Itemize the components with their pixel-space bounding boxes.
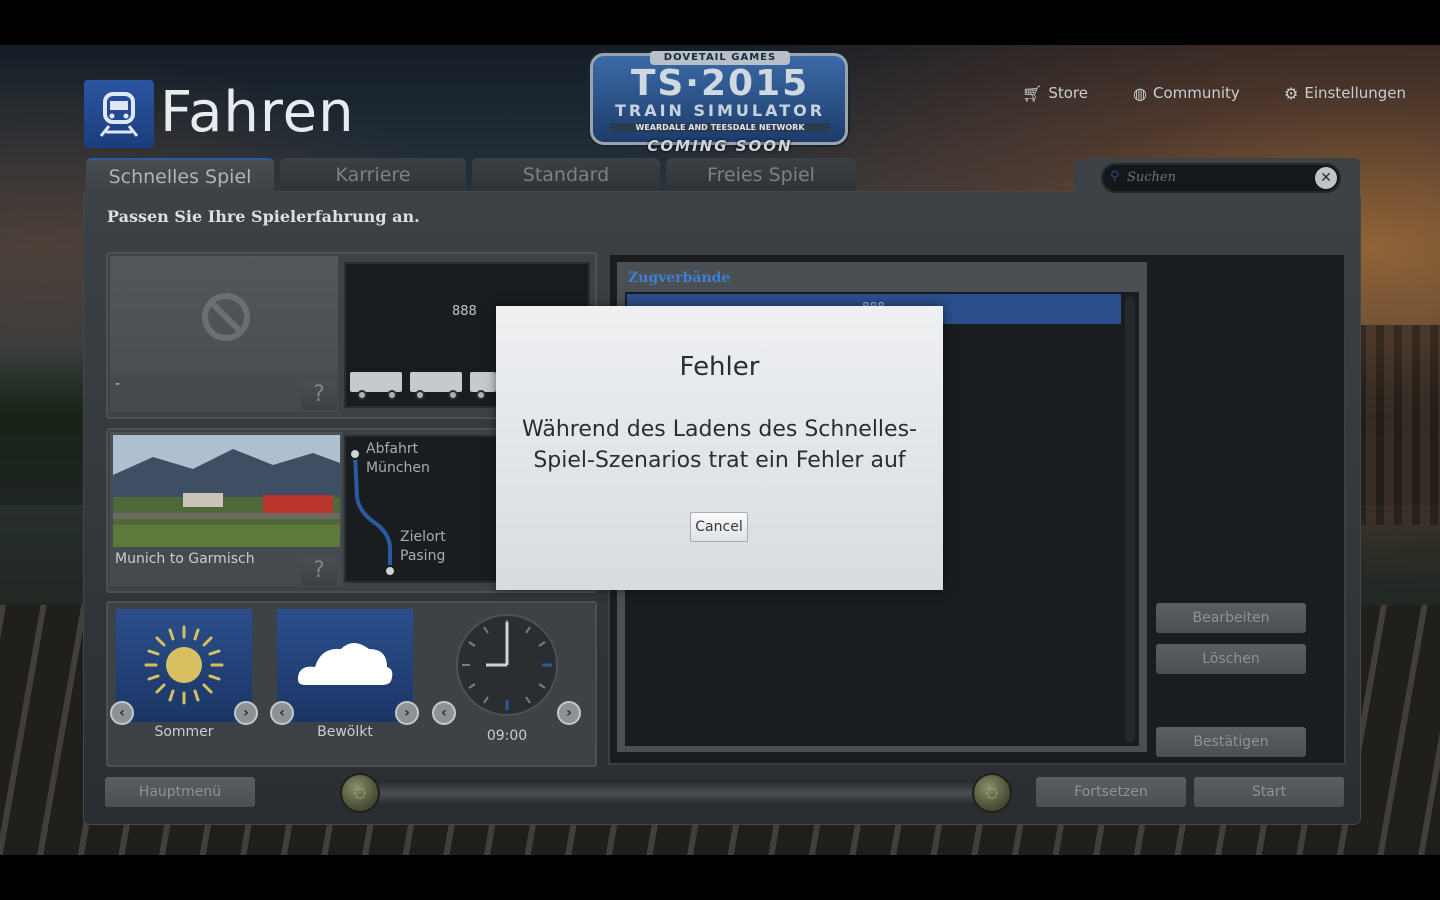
tab-freies-spiel[interactable]: Freies Spiel [666, 158, 856, 194]
confirm-button[interactable]: Bestätigen [1156, 727, 1306, 757]
page-title: Fahren [160, 80, 355, 145]
settings-link[interactable]: ⚙ Einstellungen [1284, 82, 1406, 104]
zugverbande-scrollbar[interactable] [1125, 296, 1135, 742]
destination-station: Pasing [400, 548, 446, 564]
wheel [357, 390, 367, 400]
tab-schnelles-spiel-active[interactable]: Schnelles Spiel [86, 158, 274, 194]
time-next-button[interactable]: › [557, 701, 581, 725]
edit-button[interactable]: Bearbeiten [1156, 603, 1306, 633]
train-icon [84, 80, 154, 148]
wheel [476, 390, 486, 400]
wheel [448, 390, 458, 400]
tab-standard[interactable]: Standard [472, 158, 660, 194]
departure-station: München [366, 460, 430, 476]
zugverbande-header: Zugverbände [628, 270, 731, 286]
store-link[interactable]: 🛒︎ Store [1022, 82, 1088, 104]
tab-karriere[interactable]: Karriere [280, 158, 466, 194]
wagon-3 [470, 372, 496, 392]
logo-banner: COMING SOON [647, 137, 793, 155]
weather-next-button[interactable]: › [395, 701, 419, 725]
season-value: Sommer [154, 724, 214, 740]
weather-card[interactable] [277, 609, 413, 722]
time-value: 09:00 [486, 728, 528, 744]
community-label: Community [1152, 84, 1240, 102]
page-subtitle: Passen Sie Ihre Spielerfahrung an. [107, 207, 420, 226]
consist-preview-label: 888 [452, 304, 477, 319]
departure-label: Abfahrt [366, 441, 419, 457]
logo-title: TS·2015 [630, 63, 810, 104]
globe-icon: ◍ [1133, 83, 1147, 103]
search-input[interactable]: ⚲ Suchen ✕ [1101, 163, 1341, 193]
loco-help-button[interactable]: ? [301, 380, 337, 410]
main-menu-button[interactable]: Hauptmenü [105, 777, 255, 807]
weather-value: Bewölkt [317, 724, 373, 740]
season-card[interactable] [116, 609, 252, 722]
train-glyph [99, 92, 139, 137]
destination-label: Zielort [400, 529, 446, 545]
start-button[interactable]: Start [1194, 777, 1344, 807]
delete-button[interactable]: Löschen [1156, 644, 1306, 674]
cancel-button[interactable]: Cancel [690, 512, 748, 542]
loco-name: - [115, 376, 121, 392]
clear-search-icon[interactable]: ✕ [1315, 167, 1337, 189]
clock-face [462, 620, 552, 710]
wagon-1 [350, 372, 402, 392]
logo-network: WEARDALE AND TEESDALE NETWORK [610, 123, 830, 132]
settings-label: Einstellungen [1304, 84, 1407, 102]
community-link[interactable]: ◍ Community [1133, 82, 1240, 104]
ts2015-logo[interactable]: DOVETAIL GAMES TS·2015 TRAIN SIMULATOR W… [590, 51, 850, 155]
store-label: Store [1048, 84, 1088, 102]
logo-subtitle: TRAIN SIMULATOR [614, 101, 826, 120]
no-loco-icon [202, 293, 250, 341]
cloud-icon [297, 643, 393, 685]
cart-icon: 🛒︎ [1022, 83, 1043, 103]
app-root: { "header": { "page_title": "Fahren", "l… [0, 0, 1440, 900]
weather-prev-button[interactable]: ‹ [270, 701, 294, 725]
season-next-button[interactable]: › [234, 701, 258, 725]
season-prev-button[interactable]: ‹ [110, 701, 134, 725]
wagon-2 [410, 372, 462, 392]
route-help-button[interactable]: ? [301, 556, 337, 586]
wheel [387, 390, 397, 400]
route-name: Munich to Garmisch [115, 551, 255, 567]
dialog-title: Fehler [679, 352, 760, 382]
progress-track [362, 780, 988, 806]
route-photo [113, 435, 340, 547]
continue-button[interactable]: Fortsetzen [1036, 777, 1186, 807]
wheel [415, 390, 425, 400]
clock-icon [456, 614, 558, 716]
sun-icon [144, 625, 224, 705]
progress-right-knob[interactable]: ◌ [972, 773, 1012, 813]
progress-left-knob[interactable]: ◌ [340, 773, 380, 813]
search-icon: ⚲ [1110, 169, 1120, 184]
dialog-message: Während des Ladens des Schnelles-Spiel-S… [522, 417, 917, 473]
error-dialog: Fehler Während des Ladens des Schnelles-… [496, 306, 943, 590]
gear-icon: ⚙ [1284, 83, 1299, 103]
search-placeholder: Suchen [1127, 170, 1176, 185]
time-prev-button[interactable]: ‹ [432, 701, 456, 725]
